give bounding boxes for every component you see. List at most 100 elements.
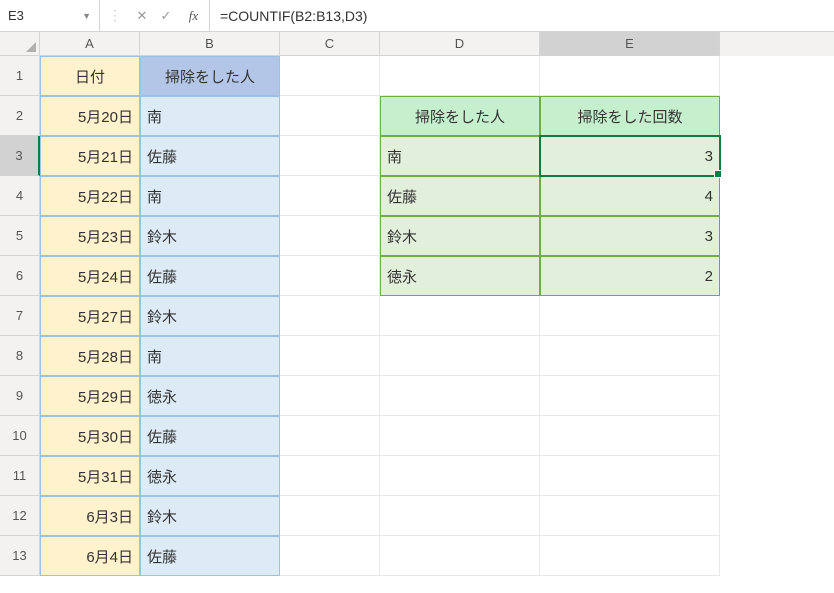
enter-icon[interactable]: ✓: [154, 0, 178, 31]
cell-C2[interactable]: [280, 96, 380, 136]
cell-B4[interactable]: 南: [140, 176, 280, 216]
cell-B6[interactable]: 佐藤: [140, 256, 280, 296]
cell-D9[interactable]: [380, 376, 540, 416]
cell-B2[interactable]: 南: [140, 96, 280, 136]
row-header-6[interactable]: 6: [0, 256, 40, 296]
name-box[interactable]: E3 ▼: [0, 0, 100, 31]
cell-D8[interactable]: [380, 336, 540, 376]
cell-E6[interactable]: 2: [540, 256, 720, 296]
cell-C10[interactable]: [280, 416, 380, 456]
cell-D6[interactable]: 徳永: [380, 256, 540, 296]
cell-B12[interactable]: 鈴木: [140, 496, 280, 536]
col-header-D[interactable]: D: [380, 32, 540, 56]
cell-D10[interactable]: [380, 416, 540, 456]
cell-B10[interactable]: 佐藤: [140, 416, 280, 456]
cell-E2[interactable]: 掃除をした回数: [540, 96, 720, 136]
cell-A7[interactable]: 5月27日: [40, 296, 140, 336]
row-header-8[interactable]: 8: [0, 336, 40, 376]
select-all-corner[interactable]: [0, 32, 40, 56]
cell-A9[interactable]: 5月29日: [40, 376, 140, 416]
insert-function-button[interactable]: fx: [178, 0, 210, 31]
row-12: 12 6月3日 鈴木: [0, 496, 834, 536]
cell-A5[interactable]: 5月23日: [40, 216, 140, 256]
cell-E9[interactable]: [540, 376, 720, 416]
row-header-9[interactable]: 9: [0, 376, 40, 416]
cell-E11[interactable]: [540, 456, 720, 496]
row-2: 2 5月20日 南 掃除をした人 掃除をした回数: [0, 96, 834, 136]
cell-C1[interactable]: [280, 56, 380, 96]
col-header-E[interactable]: E: [540, 32, 720, 56]
cell-C4[interactable]: [280, 176, 380, 216]
cell-C9[interactable]: [280, 376, 380, 416]
cell-A13[interactable]: 6月4日: [40, 536, 140, 576]
cell-E13[interactable]: [540, 536, 720, 576]
row-header-13[interactable]: 13: [0, 536, 40, 576]
name-box-value: E3: [8, 8, 82, 23]
cell-A2[interactable]: 5月20日: [40, 96, 140, 136]
col-header-A[interactable]: A: [40, 32, 140, 56]
cell-C7[interactable]: [280, 296, 380, 336]
column-headers-row: A B C D E: [0, 32, 834, 56]
cell-C3[interactable]: [280, 136, 380, 176]
row-header-10[interactable]: 10: [0, 416, 40, 456]
cell-A12[interactable]: 6月3日: [40, 496, 140, 536]
cell-B5[interactable]: 鈴木: [140, 216, 280, 256]
cell-B9[interactable]: 徳永: [140, 376, 280, 416]
formula-input[interactable]: =COUNTIF(B2:B13,D3): [210, 0, 834, 31]
row-header-3[interactable]: 3: [0, 136, 40, 176]
cell-D7[interactable]: [380, 296, 540, 336]
cell-D12[interactable]: [380, 496, 540, 536]
row-11: 11 5月31日 徳永: [0, 456, 834, 496]
cell-E10[interactable]: [540, 416, 720, 456]
cell-C12[interactable]: [280, 496, 380, 536]
cell-B1[interactable]: 掃除をした人: [140, 56, 280, 96]
cell-E12[interactable]: [540, 496, 720, 536]
cancel-icon[interactable]: ✕: [130, 0, 154, 31]
row-header-11[interactable]: 11: [0, 456, 40, 496]
cell-D11[interactable]: [380, 456, 540, 496]
cell-E4[interactable]: 4: [540, 176, 720, 216]
cell-B11[interactable]: 徳永: [140, 456, 280, 496]
cell-B8[interactable]: 南: [140, 336, 280, 376]
cell-D1[interactable]: [380, 56, 540, 96]
cell-D4[interactable]: 佐藤: [380, 176, 540, 216]
col-header-C[interactable]: C: [280, 32, 380, 56]
cell-E7[interactable]: [540, 296, 720, 336]
cell-E5[interactable]: 3: [540, 216, 720, 256]
cell-C11[interactable]: [280, 456, 380, 496]
row-header-4[interactable]: 4: [0, 176, 40, 216]
cell-A11[interactable]: 5月31日: [40, 456, 140, 496]
cell-A10[interactable]: 5月30日: [40, 416, 140, 456]
cell-E3[interactable]: 3: [540, 136, 720, 176]
row-header-5[interactable]: 5: [0, 216, 40, 256]
spreadsheet-grid: A B C D E 1 日付 掃除をした人 2 5月20日 南 掃除をした人 掃…: [0, 32, 834, 576]
cell-C6[interactable]: [280, 256, 380, 296]
cell-D3[interactable]: 南: [380, 136, 540, 176]
row-header-12[interactable]: 12: [0, 496, 40, 536]
cell-E1[interactable]: [540, 56, 720, 96]
cell-C13[interactable]: [280, 536, 380, 576]
cell-D2[interactable]: 掃除をした人: [380, 96, 540, 136]
cell-B3[interactable]: 佐藤: [140, 136, 280, 176]
row-header-1[interactable]: 1: [0, 56, 40, 96]
row-8: 8 5月28日 南: [0, 336, 834, 376]
chevron-down-icon[interactable]: ▼: [82, 11, 91, 21]
cell-C8[interactable]: [280, 336, 380, 376]
cell-A6[interactable]: 5月24日: [40, 256, 140, 296]
cell-B13[interactable]: 佐藤: [140, 536, 280, 576]
cell-A3[interactable]: 5月21日: [40, 136, 140, 176]
row-4: 4 5月22日 南 佐藤 4: [0, 176, 834, 216]
cell-A1[interactable]: 日付: [40, 56, 140, 96]
cell-A8[interactable]: 5月28日: [40, 336, 140, 376]
formula-bar: E3 ▼ ⋮ ✕ ✓ fx =COUNTIF(B2:B13,D3): [0, 0, 834, 32]
cell-C5[interactable]: [280, 216, 380, 256]
col-header-B[interactable]: B: [140, 32, 280, 56]
cell-E8[interactable]: [540, 336, 720, 376]
row-header-7[interactable]: 7: [0, 296, 40, 336]
row-7: 7 5月27日 鈴木: [0, 296, 834, 336]
row-header-2[interactable]: 2: [0, 96, 40, 136]
cell-D5[interactable]: 鈴木: [380, 216, 540, 256]
cell-B7[interactable]: 鈴木: [140, 296, 280, 336]
cell-D13[interactable]: [380, 536, 540, 576]
cell-A4[interactable]: 5月22日: [40, 176, 140, 216]
